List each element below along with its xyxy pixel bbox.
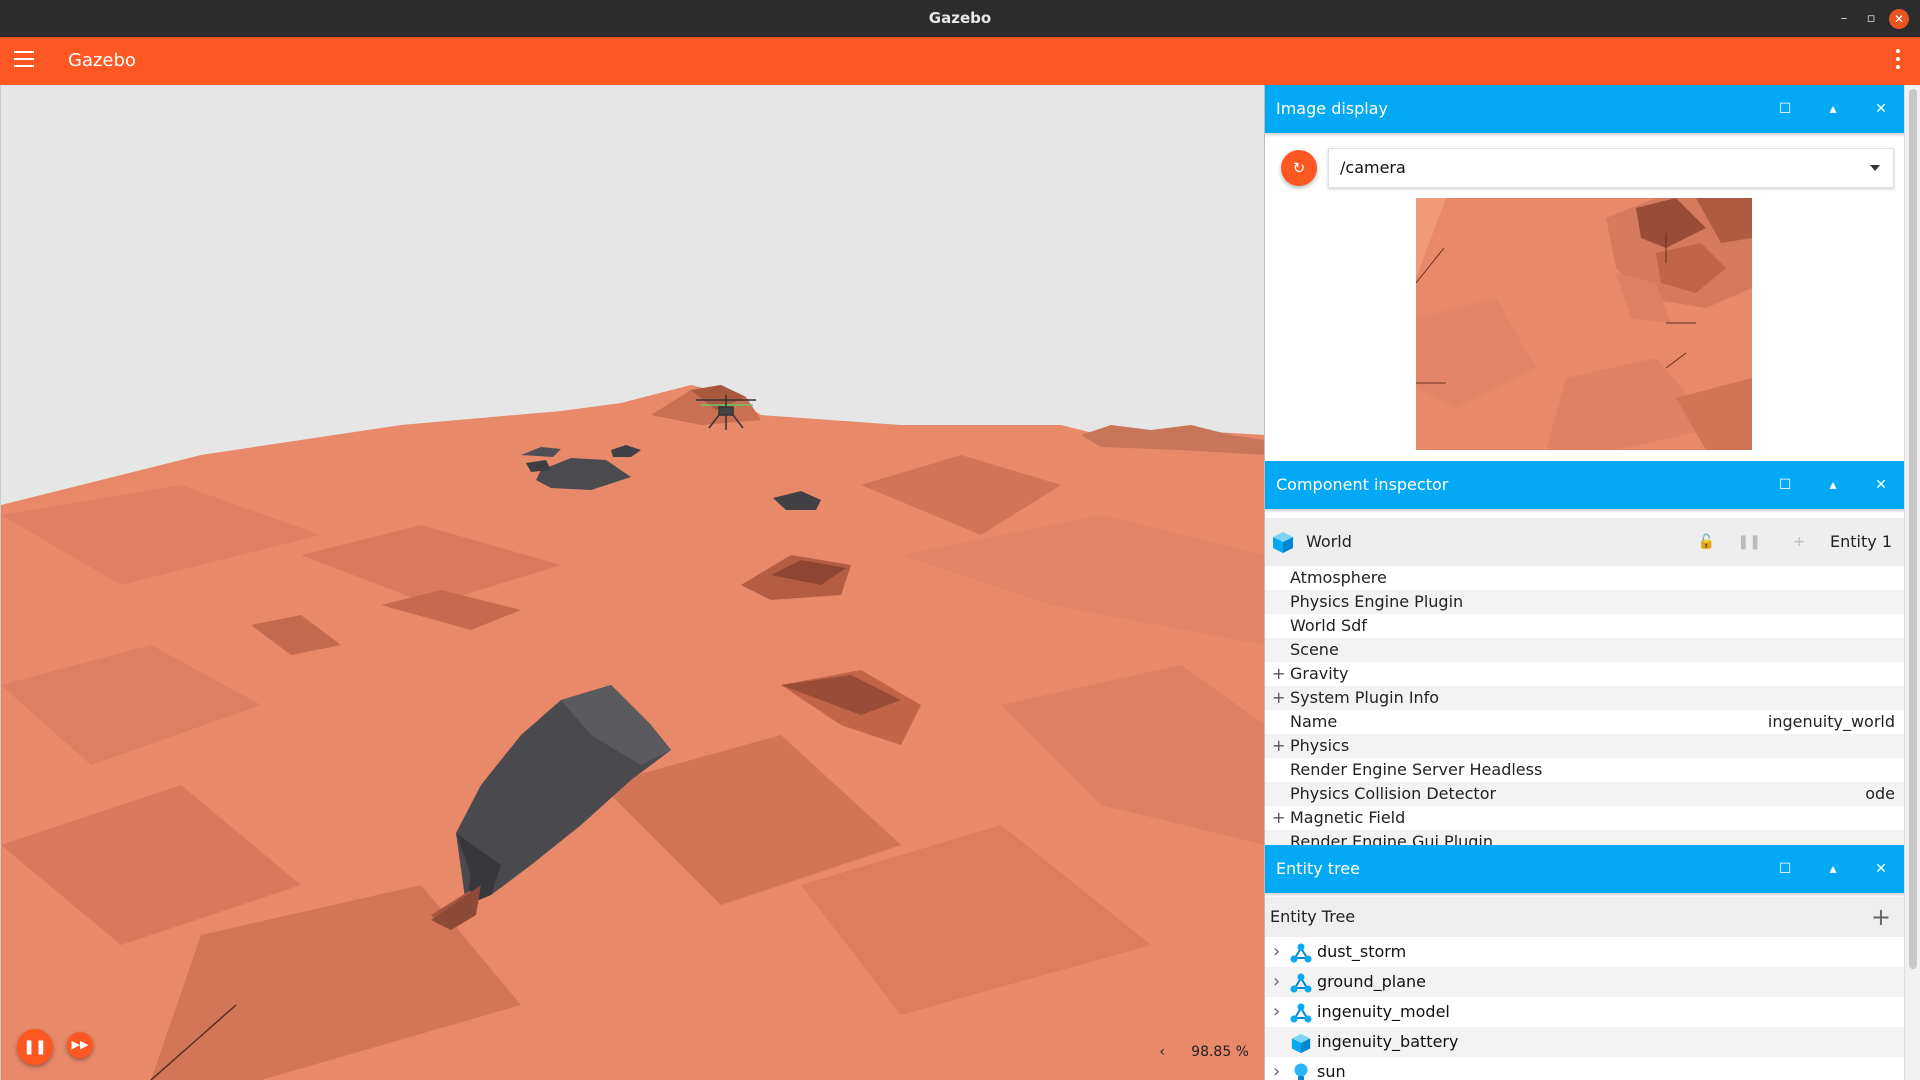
- component-label: Render Engine Server Headless: [1290, 760, 1543, 779]
- entity-name: sun: [1317, 1062, 1346, 1080]
- component-row[interactable]: World Sdf: [1265, 614, 1905, 638]
- component-row[interactable]: Name ingenuity_world: [1265, 710, 1905, 734]
- camera-image: [1416, 198, 1752, 450]
- hamburger-icon[interactable]: [14, 51, 34, 69]
- add-component-icon[interactable]: +: [1793, 518, 1805, 566]
- kebab-icon[interactable]: [1896, 49, 1900, 73]
- entity-tree-item[interactable]: › ingenuity_model: [1265, 997, 1905, 1027]
- image-display-header: Image display ☐ ▴ ✕: [1265, 85, 1905, 133]
- component-label: Physics: [1290, 736, 1350, 755]
- component-row[interactable]: + Magnetic Field: [1265, 806, 1905, 830]
- refresh-button[interactable]: ↻: [1281, 150, 1317, 186]
- cube-icon: [1273, 532, 1293, 553]
- model-icon: [1290, 942, 1312, 964]
- scrollbar[interactable]: [1904, 85, 1920, 1080]
- maximize-panel-button[interactable]: ☐: [1775, 845, 1795, 893]
- chevron-right-icon[interactable]: ›: [1273, 937, 1280, 967]
- component-label: System Plugin Info: [1290, 688, 1440, 707]
- component-label: World Sdf: [1290, 616, 1367, 635]
- component-row[interactable]: Physics Collision Detector ode: [1265, 782, 1905, 806]
- component-row[interactable]: + Physics: [1265, 734, 1905, 758]
- component-inspector-header: Component inspector ☐ ▴ ✕: [1265, 461, 1905, 509]
- pause-button[interactable]: ❚❚: [17, 1029, 53, 1065]
- component-value: ode: [1865, 784, 1895, 803]
- expand-icon[interactable]: +: [1272, 734, 1285, 758]
- entity-name: ingenuity_model: [1317, 1002, 1450, 1021]
- window-title: Gazebo: [928, 9, 992, 27]
- chevron-left-icon[interactable]: ‹: [1159, 1044, 1165, 1060]
- close-button[interactable]: ✕: [1889, 9, 1909, 29]
- model-icon: [1290, 972, 1312, 994]
- minimize-button[interactable]: –: [1834, 9, 1854, 29]
- entity-tree-label: Entity Tree: [1270, 907, 1356, 926]
- collapse-panel-button[interactable]: ▴: [1823, 461, 1843, 509]
- scrollbar-thumb[interactable]: [1909, 89, 1917, 969]
- collapse-panel-button[interactable]: ▴: [1823, 85, 1843, 133]
- component-label: Gravity: [1290, 664, 1349, 683]
- entity-tree-item[interactable]: › dust_storm: [1265, 937, 1905, 967]
- chevron-down-icon: [1870, 165, 1880, 171]
- component-row[interactable]: Render Engine Server Headless: [1265, 758, 1905, 782]
- chevron-right-icon[interactable]: ›: [1273, 967, 1280, 997]
- component-inspector-body: World 🔓 ❚❚ + Entity 1 Atmosphere Physics …: [1265, 518, 1905, 845]
- component-row[interactable]: Render Engine Gui Plugin: [1265, 830, 1905, 845]
- component-row[interactable]: Atmosphere: [1265, 566, 1905, 590]
- entity-tree-item[interactable]: › sun: [1265, 1057, 1905, 1080]
- panel-title: Image display: [1276, 99, 1389, 118]
- component-label: Magnetic Field: [1290, 808, 1406, 827]
- component-label: Name: [1290, 712, 1338, 731]
- component-label: Physics Engine Plugin: [1290, 592, 1464, 611]
- pause-icon[interactable]: ❚❚: [1738, 518, 1761, 566]
- panel-title: Entity tree: [1276, 859, 1360, 878]
- component-row[interactable]: + Gravity: [1265, 662, 1905, 686]
- component-label: Scene: [1290, 640, 1339, 659]
- window-titlebar: Gazebo – ▫ ✕: [0, 0, 1920, 37]
- entity-name: dust_storm: [1317, 942, 1407, 961]
- right-dock-panel: Image display ☐ ▴ ✕ ↻ /camera Component …: [1264, 85, 1905, 1080]
- component-label: Physics Collision Detector: [1290, 784, 1497, 803]
- topic-value: /camera: [1340, 158, 1406, 177]
- model-icon: [1290, 1002, 1312, 1024]
- mars-terrain-render: [1, 85, 1265, 1080]
- cube-icon: [1290, 1032, 1312, 1054]
- collapse-panel-button[interactable]: ▴: [1823, 845, 1843, 893]
- entity-id: Entity 1: [1830, 532, 1892, 551]
- panel-title: Component inspector: [1276, 475, 1449, 494]
- chevron-right-icon[interactable]: ›: [1273, 997, 1280, 1027]
- component-label: Render Engine Gui Plugin: [1290, 832, 1494, 845]
- component-row[interactable]: + System Plugin Info: [1265, 686, 1905, 710]
- real-time-factor: 98.85 %: [1191, 1044, 1249, 1060]
- close-panel-button[interactable]: ✕: [1871, 461, 1891, 509]
- component-row[interactable]: Scene: [1265, 638, 1905, 662]
- inspector-entity-header: World 🔓 ❚❚ + Entity 1: [1265, 518, 1905, 566]
- expand-icon[interactable]: +: [1272, 686, 1285, 710]
- entity-name: ground_plane: [1317, 972, 1426, 991]
- maximize-panel-button[interactable]: ☐: [1775, 85, 1795, 133]
- light-icon: [1290, 1062, 1312, 1080]
- maximize-button[interactable]: ▫: [1861, 9, 1881, 29]
- chevron-right-icon[interactable]: ›: [1273, 1057, 1280, 1080]
- entity-tree-item[interactable]: › ground_plane: [1265, 967, 1905, 997]
- scene-3d-viewport[interactable]: ❚❚ ▶▶ ‹ 98.85 %: [0, 85, 1265, 1080]
- entity-tree-header: Entity tree ☐ ▴ ✕: [1265, 845, 1905, 893]
- entity-name: World: [1306, 532, 1352, 551]
- component-label: Atmosphere: [1290, 568, 1387, 587]
- entity-tree-toolbar: Entity Tree +: [1265, 897, 1905, 937]
- app-toolbar: Gazebo: [0, 37, 1920, 85]
- maximize-panel-button[interactable]: ☐: [1775, 461, 1795, 509]
- close-panel-button[interactable]: ✕: [1871, 85, 1891, 133]
- entity-tree-item[interactable]: ingenuity_battery: [1265, 1027, 1905, 1057]
- expand-icon[interactable]: +: [1272, 662, 1285, 686]
- close-panel-button[interactable]: ✕: [1871, 845, 1891, 893]
- step-button[interactable]: ▶▶: [67, 1032, 93, 1058]
- entity-name: ingenuity_battery: [1317, 1032, 1459, 1051]
- add-entity-button[interactable]: +: [1871, 897, 1891, 937]
- component-value: ingenuity_world: [1767, 712, 1895, 731]
- lock-icon[interactable]: 🔓: [1698, 518, 1715, 566]
- app-title: Gazebo: [68, 50, 136, 71]
- topic-dropdown[interactable]: /camera: [1328, 148, 1894, 188]
- component-row[interactable]: Physics Engine Plugin: [1265, 590, 1905, 614]
- expand-icon[interactable]: +: [1272, 806, 1285, 830]
